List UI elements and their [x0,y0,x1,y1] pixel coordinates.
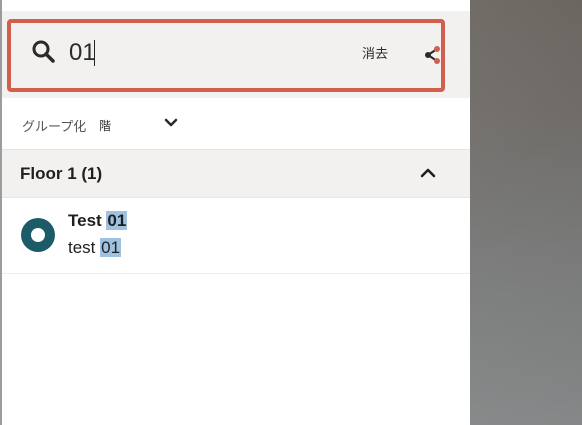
search-panel: 消去 グループ化 階 Floor 1 (1) Test 01 test 01 [0,0,470,425]
result-title-text: Test [68,211,107,230]
group-by-label: グループ化 [22,119,87,134]
location-marker-icon [21,218,55,252]
result-subtitle: test 01 [68,238,122,258]
map-shading [470,0,582,425]
result-subtitle-highlight: 01 [100,238,122,257]
result-title: Test 01 [68,211,128,231]
map-view[interactable] [470,0,582,425]
chevron-down-icon [164,118,178,127]
result-item[interactable]: Test 01 test 01 [2,198,470,274]
group-by-selector[interactable]: グループ化 階 [22,112,192,136]
clear-button[interactable]: 消去 [354,42,396,66]
search-input[interactable] [69,35,329,71]
search-icon [32,40,55,63]
result-subtitle-text: test [68,238,101,257]
result-title-highlight: 01 [106,211,128,230]
share-icon[interactable] [423,45,443,65]
floor-group-title: Floor 1 (1) [20,164,103,183]
group-by-value: 階 [99,119,112,133]
top-strip [2,0,470,11]
text-cursor [94,40,95,66]
chevron-up-icon [420,168,436,178]
floor-group-header[interactable]: Floor 1 (1) [2,149,470,198]
